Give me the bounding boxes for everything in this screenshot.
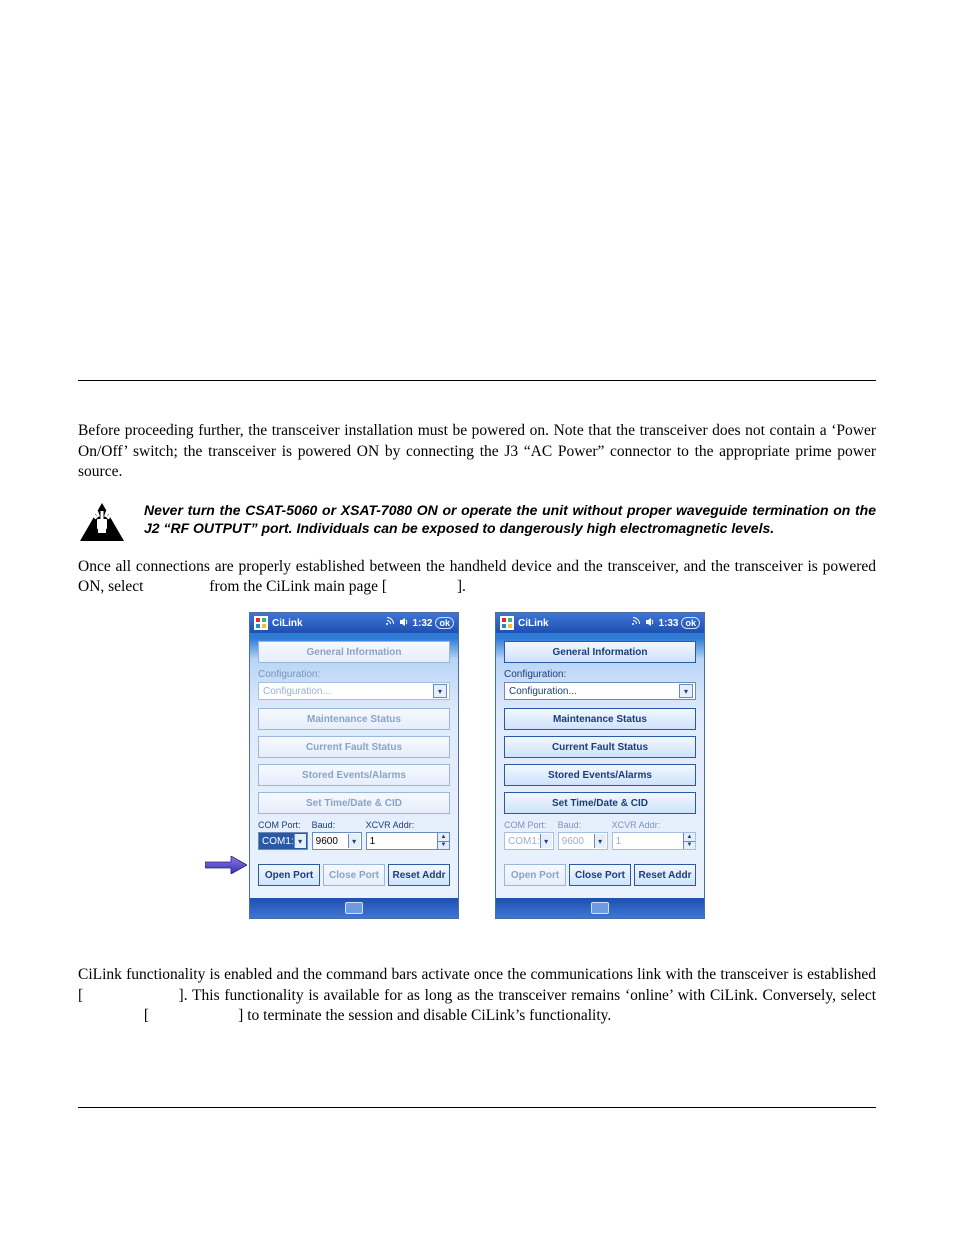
xcvr-value: 1 — [370, 836, 376, 847]
close-port-button[interactable]: Close Port — [323, 864, 385, 886]
open-port-button[interactable]: Open Port — [504, 864, 566, 886]
p3-c: [ — [144, 1007, 149, 1024]
com-port-value: COM1: — [508, 836, 540, 847]
ok-button[interactable]: ok — [435, 617, 454, 629]
up-icon[interactable]: ▲ — [684, 833, 695, 842]
com-port-select[interactable]: COM1: ▾ — [258, 832, 308, 850]
closing-paragraph: CiLink functionality is enabled and the … — [78, 965, 876, 1027]
baud-select[interactable]: 9600 ▾ — [558, 832, 608, 850]
chevron-down-icon: ▾ — [433, 684, 447, 698]
p2-b: from the CiLink main page [ — [209, 578, 387, 595]
app-title: CiLink — [272, 618, 303, 629]
general-info-bar[interactable]: General Information — [258, 641, 450, 663]
down-icon[interactable]: ▼ — [438, 842, 449, 850]
ok-button[interactable]: ok — [681, 617, 700, 629]
bottom-rule — [78, 1107, 876, 1108]
baud-value: 9600 — [316, 836, 338, 847]
close-port-button[interactable]: Close Port — [569, 864, 631, 886]
warning-note: Never turn the CSAT-5060 or XSAT-7080 ON… — [78, 501, 876, 543]
configuration-select[interactable]: Configuration... ▾ — [258, 682, 450, 700]
warning-icon — [78, 501, 126, 543]
screenshot-right: CiLink 1:33 ok General Informatio — [495, 612, 705, 919]
reset-addr-button[interactable]: Reset Addr — [388, 864, 450, 886]
current-fault-bar[interactable]: Current Fault Status — [258, 736, 450, 758]
chevron-down-icon: ▾ — [294, 834, 306, 848]
baud-label: Baud: — [312, 820, 362, 830]
screenshots-row: CiLink 1:32 ok General Informatio — [78, 612, 876, 919]
xcvr-stepper[interactable]: 1 ▲▼ — [366, 832, 450, 850]
keyboard-icon[interactable] — [345, 902, 363, 914]
window-icon — [500, 616, 514, 630]
com-port-label: COM Port: — [504, 820, 554, 830]
baud-label: Baud: — [558, 820, 608, 830]
clock-right: 1:33 — [658, 618, 678, 629]
maintenance-bar[interactable]: Maintenance Status — [504, 708, 696, 730]
baud-select[interactable]: 9600 ▾ — [312, 832, 362, 850]
chevron-down-icon: ▾ — [540, 834, 552, 848]
p3-b: ]. This functionality is available for a… — [179, 987, 877, 1004]
maintenance-bar[interactable]: Maintenance Status — [258, 708, 450, 730]
reset-addr-button[interactable]: Reset Addr — [634, 864, 696, 886]
pointer-arrow-icon — [205, 856, 247, 879]
stored-events-bar[interactable]: Stored Events/Alarms — [258, 764, 450, 786]
chevron-down-icon: ▾ — [679, 684, 693, 698]
signal-icon — [384, 617, 396, 630]
down-icon[interactable]: ▼ — [684, 842, 695, 850]
p2-gap1 — [147, 578, 205, 595]
com-port-value: COM1: — [262, 836, 294, 847]
screenshot-left: CiLink 1:32 ok General Informatio — [249, 612, 459, 919]
com-port-label: COM Port: — [258, 820, 308, 830]
xcvr-label: XCVR Addr: — [612, 820, 696, 830]
set-time-bar[interactable]: Set Time/Date & CID — [504, 792, 696, 814]
signal-icon — [630, 617, 642, 630]
p3-d: ] to terminate the session and disable C… — [238, 1007, 611, 1024]
p3-gap3 — [153, 1007, 234, 1024]
com-port-select[interactable]: COM1: ▾ — [504, 832, 554, 850]
speaker-icon — [399, 617, 409, 630]
warning-text: Never turn the CSAT-5060 or XSAT-7080 ON… — [144, 501, 876, 538]
up-icon[interactable]: ▲ — [438, 833, 449, 842]
taskbar — [496, 898, 704, 918]
configuration-select[interactable]: Configuration... ▾ — [504, 682, 696, 700]
p2-c: ]. — [457, 578, 466, 595]
titlebar-right: CiLink 1:33 ok — [496, 613, 704, 633]
general-info-bar[interactable]: General Information — [504, 641, 696, 663]
chevron-down-icon: ▾ — [348, 834, 360, 848]
p3-gap1 — [88, 987, 174, 1004]
open-port-button[interactable]: Open Port — [258, 864, 320, 886]
top-rule — [78, 380, 876, 381]
titlebar-left: CiLink 1:32 ok — [250, 613, 458, 633]
chevron-down-icon: ▾ — [594, 834, 606, 848]
window-icon — [254, 616, 268, 630]
configuration-label: Configuration: — [504, 669, 696, 680]
configuration-value: Configuration... — [263, 686, 331, 697]
clock-left: 1:32 — [412, 618, 432, 629]
keyboard-icon[interactable] — [591, 902, 609, 914]
p2-gap2 — [391, 578, 453, 595]
configuration-value: Configuration... — [509, 686, 577, 697]
xcvr-value: 1 — [616, 836, 622, 847]
baud-value: 9600 — [562, 836, 584, 847]
xcvr-label: XCVR Addr: — [366, 820, 450, 830]
intro-paragraph: Before proceeding further, the transceiv… — [78, 421, 876, 483]
current-fault-bar[interactable]: Current Fault Status — [504, 736, 696, 758]
taskbar — [250, 898, 458, 918]
p3-gap2 — [78, 1007, 140, 1024]
stored-events-bar[interactable]: Stored Events/Alarms — [504, 764, 696, 786]
speaker-icon — [645, 617, 655, 630]
set-time-bar[interactable]: Set Time/Date & CID — [258, 792, 450, 814]
configuration-label: Configuration: — [258, 669, 450, 680]
xcvr-stepper[interactable]: 1 ▲▼ — [612, 832, 696, 850]
open-port-paragraph: Once all connections are properly establ… — [78, 557, 876, 598]
app-title: CiLink — [518, 618, 549, 629]
